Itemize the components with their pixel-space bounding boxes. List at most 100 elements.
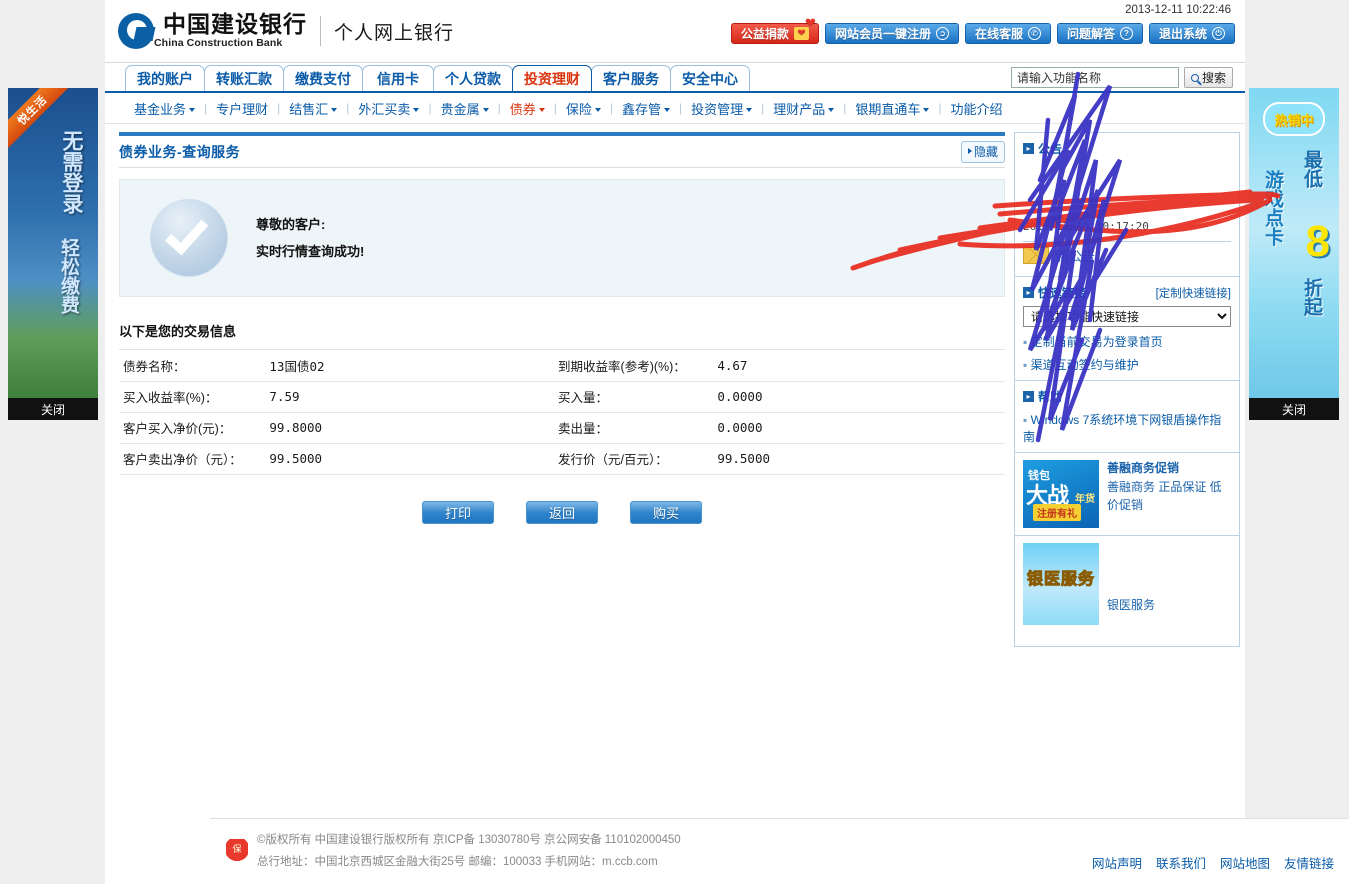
ad-text: 银医服务	[1107, 543, 1155, 614]
subnav-item-investment-mgmt[interactable]: 投资管理	[682, 99, 761, 118]
row-value-right: 0.0000	[716, 381, 1005, 413]
header-button-group: 公益捐款 ❤ ❤ 网站会员一键注册 ➲ 在线客服 ✆ 问题解答 ? 退出系统 ⏻	[730, 15, 1235, 44]
footer-links: 网站声明 联系我们 网站地图 友情链接	[1092, 853, 1334, 872]
power-icon: ⏻	[1212, 27, 1225, 40]
chevron-down-icon	[746, 108, 753, 113]
member-register-button[interactable]: 网站会员一键注册 ➲	[824, 23, 959, 44]
faq-label: 问题解答	[1066, 27, 1115, 41]
table-row: 客户买入净价(元)： 99.8000 卖出量： 0.0000	[119, 412, 1005, 444]
row-label-left: 买入收益率(%)：	[119, 381, 269, 413]
subnav-item-special-account[interactable]: 专户理财	[207, 99, 277, 118]
tab-credit-card[interactable]: 信用卡	[362, 65, 434, 91]
left-ad-line2: 轻松缴费	[58, 238, 79, 314]
faq-button[interactable]: 问题解答 ?	[1056, 23, 1143, 44]
footer-link-sitemap[interactable]: 网站地图	[1220, 853, 1270, 872]
quick-link-select[interactable]: 请选择功能快速链接	[1023, 306, 1231, 327]
tab-payment[interactable]: 缴费支付	[283, 65, 363, 91]
subnav-item-xincunguan[interactable]: 鑫存管	[613, 99, 679, 118]
left-ad-banner[interactable]: 悦生活 无需登录 轻松缴费 关闭	[8, 88, 98, 420]
news-row[interactable]: 新公告	[1023, 242, 1231, 269]
tab-personal-loan[interactable]: 个人贷款	[433, 65, 513, 91]
hide-panel-label: 隐藏	[973, 144, 998, 159]
member-register-label: 网站会员一键注册	[834, 27, 931, 41]
chevron-down-icon	[923, 108, 930, 113]
search-button[interactable]: 搜索	[1183, 67, 1233, 88]
flag-icon: ▸	[1023, 391, 1034, 402]
subnav-label: 银期直通车	[855, 101, 921, 117]
quick-link-channel-contract[interactable]: 渠道互动签约与维护	[1023, 356, 1231, 373]
subnav-item-features[interactable]: 功能介绍	[942, 99, 1012, 118]
server-datetime: 2013-12-11 10:22:46	[1125, 4, 1231, 16]
online-service-button[interactable]: 在线客服 ✆	[964, 23, 1051, 44]
guide-title-row: ▸ 帮助	[1023, 388, 1231, 405]
subnav-item-precious-metal[interactable]: 贵金属	[432, 99, 498, 118]
subnav-label: 基金业务	[134, 101, 187, 117]
subnav-label: 保险	[565, 101, 592, 117]
customize-quick-links-button[interactable]: [定制快速链接]	[1156, 285, 1231, 301]
left-ad-close-button[interactable]: 关闭	[8, 398, 98, 420]
subnav-item-wealth-products[interactable]: 理财产品	[764, 99, 843, 118]
search-input[interactable]	[1010, 67, 1179, 88]
footer-link-statement[interactable]: 网站声明	[1092, 853, 1142, 872]
quick-link-set-homepage[interactable]: 定制当前交易为登录首页	[1023, 333, 1231, 350]
notice-date: 2013/12/10 10:17:20	[1023, 220, 1149, 233]
sidebar-ad-promo[interactable]: 钱包 大战 年货 注册有礼 善融商务促销 善融商务 正品保证 低价促销	[1015, 453, 1239, 536]
tab-transfer[interactable]: 转账汇款	[204, 65, 284, 91]
main-navigation: 我的账户 转账汇款 缴费支付 信用卡 个人贷款 投资理财 客户服务 安全中心 搜…	[105, 63, 1245, 93]
search-icon	[1190, 73, 1199, 82]
footer-link-contact[interactable]: 联系我们	[1156, 853, 1206, 872]
notice-title-row: ▸ 公告	[1023, 140, 1231, 157]
subnav-item-bond[interactable]: 债券	[501, 99, 554, 118]
promo-t3: 年货	[1075, 494, 1095, 505]
subnav-item-fx-settlement[interactable]: 结售汇	[280, 99, 346, 118]
subnav-item-fund[interactable]: 基金业务	[125, 99, 204, 118]
police-seal-icon	[226, 838, 248, 865]
subnav-item-bank-futures[interactable]: 银期直通车	[846, 99, 938, 118]
row-label-left: 客户卖出净价（元）：	[119, 443, 269, 475]
quick-links-title-row: ▸ 快速链接 [定制快速链接]	[1023, 284, 1231, 301]
donate-button[interactable]: 公益捐款 ❤ ❤	[730, 15, 819, 44]
right-ad-body[interactable]: 热销中 游戏点卡 最低 8 折起	[1249, 88, 1339, 398]
ad-heading[interactable]: 善融商务促销	[1107, 460, 1231, 477]
row-label-right: 卖出量：	[557, 412, 717, 444]
left-ad-body[interactable]: 悦生活 无需登录 轻松缴费	[8, 88, 98, 398]
tab-investment[interactable]: 投资理财	[512, 65, 592, 91]
phone-icon: ✆	[1027, 27, 1041, 40]
page-root: 悦生活 无需登录 轻松缴费 关闭 热销中 游戏点卡 最低 8 折起 关闭 中国建…	[0, 0, 1349, 884]
hide-panel-button[interactable]: 隐藏	[960, 140, 1005, 163]
triangle-right-icon	[967, 148, 972, 154]
footer-link-partners[interactable]: 友情链接	[1284, 853, 1334, 872]
row-label-left: 债券名称：	[119, 350, 269, 382]
subnav-item-fx-trading[interactable]: 外汇买卖	[349, 99, 428, 118]
action-buttons: 打印 返回 购买	[119, 500, 1005, 524]
guide-title-label: 帮助	[1038, 390, 1063, 404]
subnav-label: 理财产品	[773, 101, 826, 117]
tab-security-center[interactable]: 安全中心	[670, 65, 750, 91]
tab-my-account[interactable]: 我的账户	[125, 65, 205, 91]
bank-logo[interactable]: 中国建设银行 China Construction Bank 个人网上银行	[118, 13, 454, 49]
ad-body[interactable]: 银医服务	[1107, 598, 1155, 612]
back-button[interactable]: 返回	[526, 500, 598, 524]
ad-row[interactable]: 钱包 大战 年货 注册有礼 善融商务促销 善融商务 正品保证 低价促销	[1023, 460, 1231, 528]
subnav-item-insurance[interactable]: 保险	[557, 99, 610, 118]
main-column: 债券业务-查询服务 隐藏 尊敬的客户: 实时行情查询成功! 以下是您的交易信息 …	[119, 124, 1005, 647]
ad-row[interactable]: 银医服务 银医服务	[1023, 543, 1231, 625]
subnav-label: 投资管理	[691, 101, 744, 117]
guide-link-windows7[interactable]: Windows 7系统环境下网银盾操作指南	[1023, 411, 1231, 445]
guide-title: ▸ 帮助	[1023, 388, 1062, 405]
tab-customer-service[interactable]: 客户服务	[591, 65, 671, 91]
print-button[interactable]: 打印	[422, 500, 494, 524]
new-notice-link[interactable]: 新公告	[1056, 246, 1095, 265]
logout-button[interactable]: 退出系统 ⏻	[1148, 23, 1235, 44]
buy-button[interactable]: 购买	[630, 500, 702, 524]
envelope-icon	[1023, 247, 1049, 264]
right-ad-close-button[interactable]: 关闭	[1249, 398, 1339, 420]
row-value-left: 99.5000	[268, 443, 558, 475]
right-ad-bubble: 热销中	[1263, 102, 1325, 136]
footer-copyright: ©版权所有 中国建设银行版权所有 京ICP备 13030780号 京公网安备 1…	[257, 834, 681, 847]
sidebar-ad-medical[interactable]: 银医服务 银医服务	[1015, 536, 1239, 646]
medical-thumbnail-icon: 银医服务	[1023, 543, 1099, 625]
row-value-left: 13国债02	[268, 350, 558, 382]
right-ad-banner[interactable]: 热销中 游戏点卡 最低 8 折起 关闭	[1249, 88, 1339, 420]
right-ad-line3: 折起	[1301, 278, 1322, 316]
